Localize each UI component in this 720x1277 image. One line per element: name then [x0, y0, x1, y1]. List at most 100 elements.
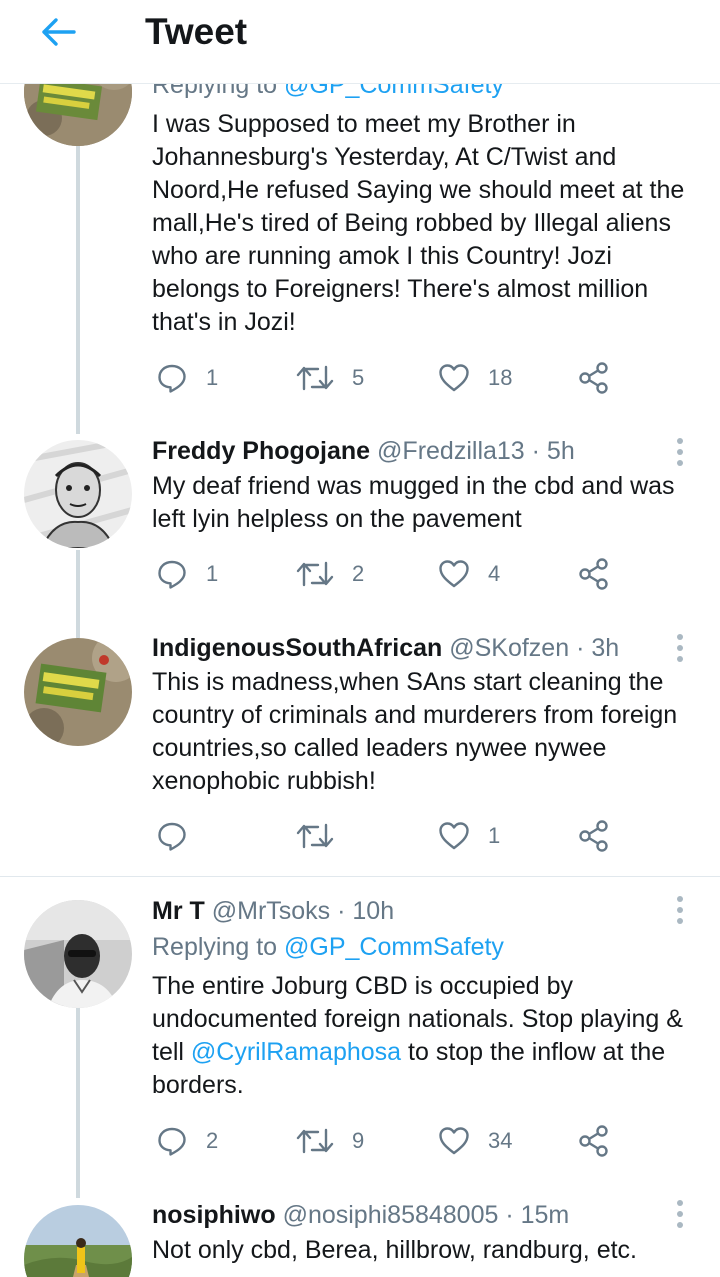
heart-icon — [439, 560, 469, 588]
tweet-actions: 2 9 34 — [152, 1121, 672, 1161]
top-app-bar: Tweet — [0, 0, 720, 84]
username[interactable]: @SKofzen — [449, 634, 569, 662]
like-count: 4 — [488, 561, 501, 586]
retweet-button[interactable]: 2 — [296, 554, 364, 594]
dot — [677, 1211, 683, 1217]
timestamp: 10h — [352, 897, 395, 925]
speech-bubble-icon — [158, 1127, 186, 1156]
avatar[interactable] — [24, 440, 132, 548]
avatar[interactable] — [24, 900, 132, 1008]
reply-prefix: Replying to — [152, 933, 285, 961]
timestamp: 5h — [546, 437, 575, 465]
speech-bubble-icon — [158, 822, 186, 851]
share-button[interactable] — [578, 554, 610, 594]
display-name[interactable]: nosiphiwo — [152, 1201, 276, 1229]
arrow-left-icon — [42, 18, 76, 46]
dot — [677, 460, 683, 466]
retweet-count: 2 — [352, 561, 365, 586]
avatar[interactable] — [24, 638, 132, 746]
conversation-divider — [0, 876, 720, 877]
tweet-actions: 1 5 18 — [152, 358, 672, 398]
username[interactable]: @MrTsoks — [212, 897, 330, 925]
like-count: 1 — [488, 823, 501, 848]
share-nodes-icon — [579, 820, 608, 852]
retweet-button[interactable] — [296, 816, 334, 856]
page-title: Tweet — [145, 11, 248, 52]
mention-link[interactable]: @CyrilRamaphosa — [191, 1038, 401, 1066]
username[interactable]: @Fredzilla13 — [377, 437, 525, 465]
share-nodes-icon — [579, 362, 608, 394]
dot — [677, 896, 683, 902]
retweet-button[interactable]: 9 — [296, 1121, 364, 1161]
speech-bubble-icon — [158, 560, 186, 589]
tweet-actions: 1 2 4 — [152, 554, 672, 594]
like-button[interactable]: 34 — [438, 1121, 512, 1161]
avatar[interactable] — [24, 84, 132, 146]
share-button[interactable] — [578, 358, 610, 398]
retweet-arrows-icon — [296, 561, 334, 587]
tweet-header: Mr T @MrTsoks · 10h — [152, 894, 394, 928]
reply-button[interactable]: 1 — [156, 358, 218, 398]
share-button[interactable] — [578, 1121, 610, 1161]
dot — [677, 1200, 683, 1206]
reply-button[interactable]: 2 — [156, 1121, 218, 1161]
speech-bubble-icon — [158, 364, 186, 393]
dot — [677, 918, 683, 924]
tweet-actions: 1 — [152, 816, 672, 856]
thread-connector — [76, 1008, 80, 1198]
reply-count: 1 — [206, 561, 219, 586]
tweet-text: The entire Joburg CBD is occupied by und… — [152, 970, 700, 1102]
retweet-arrows-icon — [296, 823, 334, 849]
tweet-text: I was Supposed to meet my Brother in Joh… — [152, 110, 685, 336]
retweet-count: 5 — [352, 365, 365, 390]
dot — [677, 438, 683, 444]
like-button[interactable]: 4 — [438, 554, 500, 594]
like-count: 18 — [488, 365, 513, 390]
dot — [677, 449, 683, 455]
retweet-arrows-icon — [296, 1128, 334, 1154]
timestamp: 15m — [520, 1201, 570, 1229]
thread-connector — [76, 144, 80, 434]
tweet-text: This is madness,when SAns start cleaning… — [152, 668, 678, 795]
separator: · — [330, 897, 353, 925]
replying-to: Replying to @GP_CommSafety — [152, 84, 504, 102]
like-count: 34 — [488, 1128, 513, 1153]
tweet-header: IndigenousSouthAfrican @SKofzen · 3h — [152, 631, 619, 665]
more-options-button[interactable] — [668, 892, 692, 928]
like-button[interactable]: 18 — [438, 358, 512, 398]
more-options-button[interactable] — [668, 434, 692, 470]
share-nodes-icon — [579, 558, 608, 590]
display-name[interactable]: Mr T — [152, 897, 205, 925]
separator: · — [498, 1201, 521, 1229]
more-options-button[interactable] — [668, 630, 692, 666]
conversation-feed[interactable]: Replying to @GP_CommSafety I was Suppose… — [0, 84, 720, 1277]
replying-to: Replying to @GP_CommSafety — [152, 930, 504, 964]
username[interactable]: @nosiphi85848005 — [283, 1201, 499, 1229]
like-button[interactable]: 1 — [438, 816, 500, 856]
reply-count: 1 — [206, 365, 219, 390]
timestamp: 3h — [591, 634, 620, 662]
display-name[interactable]: Freddy Phogojane — [152, 437, 370, 465]
thread-connector — [76, 550, 80, 638]
reply-mention-link[interactable]: @GP_CommSafety — [284, 84, 504, 99]
reply-button[interactable] — [156, 816, 188, 856]
avatar[interactable] — [24, 1205, 132, 1277]
retweet-arrows-icon — [296, 365, 334, 391]
dot — [677, 1222, 683, 1228]
share-nodes-icon — [579, 1125, 608, 1157]
reply-button[interactable]: 1 — [156, 554, 218, 594]
dot — [677, 907, 683, 913]
display-name[interactable]: IndigenousSouthAfrican — [152, 634, 442, 662]
reply-prefix: Replying to — [152, 84, 285, 99]
tweet-header: Freddy Phogojane @Fredzilla13 · 5h — [152, 434, 575, 468]
reply-mention-link[interactable]: @GP_CommSafety — [284, 933, 504, 961]
back-button[interactable] — [30, 10, 86, 54]
retweet-button[interactable]: 5 — [296, 358, 364, 398]
separator: · — [524, 437, 547, 465]
share-button[interactable] — [578, 816, 610, 856]
heart-icon — [439, 1127, 469, 1155]
tweet-header: nosiphiwo @nosiphi85848005 · 15m — [152, 1198, 569, 1232]
more-options-button[interactable] — [668, 1196, 692, 1232]
tweet-text: Not only cbd, Berea, hillbrow, randburg,… — [152, 1236, 637, 1264]
tweet-text: My deaf friend was mugged in the cbd and… — [152, 472, 675, 533]
